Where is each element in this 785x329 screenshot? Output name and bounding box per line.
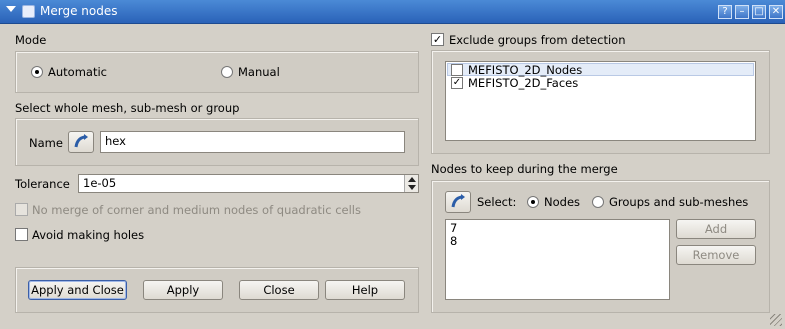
- group-checkbox[interactable]: [451, 64, 463, 76]
- mesh-select-title: Select whole mesh, sub-mesh or group: [15, 101, 240, 115]
- groups-submeshes-radio[interactable]: [592, 196, 604, 208]
- close-button[interactable]: Close: [239, 280, 319, 300]
- tolerance-spinbox[interactable]: 1e-05: [78, 174, 419, 193]
- tolerance-label: Tolerance: [15, 177, 70, 191]
- name-input[interactable]: hex: [100, 131, 405, 153]
- name-label: Name: [29, 136, 63, 150]
- app-icon: [22, 5, 35, 18]
- close-window-icon[interactable]: ✕: [769, 5, 783, 19]
- help-button[interactable]: Help: [325, 280, 405, 300]
- resize-grip-icon[interactable]: [770, 314, 782, 326]
- keep-nodes-title: Nodes to keep during the merge: [431, 162, 618, 176]
- exclude-groups-checkbox[interactable]: ✓: [431, 33, 444, 46]
- select-label: Select:: [477, 195, 517, 209]
- group-label: MEFISTO_2D_Faces: [468, 76, 579, 90]
- avoid-holes-checkbox[interactable]: [15, 228, 28, 241]
- tolerance-spin-arrows[interactable]: [404, 175, 418, 192]
- apply-and-close-button[interactable]: Apply and Close: [28, 280, 127, 300]
- selection-arrow-icon: [451, 194, 465, 208]
- manual-label[interactable]: Manual: [238, 65, 280, 79]
- groups-submeshes-label[interactable]: Groups and sub-meshes: [609, 195, 748, 209]
- list-item[interactable]: ✓ MEFISTO_2D_Faces: [447, 76, 754, 90]
- list-item[interactable]: 7: [450, 221, 457, 235]
- manual-radio[interactable]: [221, 66, 233, 78]
- list-item[interactable]: MEFISTO_2D_Nodes: [447, 63, 754, 77]
- nodes-radio[interactable]: [527, 196, 539, 208]
- minimize-icon[interactable]: –: [735, 5, 749, 19]
- kept-nodes-list[interactable]: 7 8: [445, 219, 670, 300]
- group-checkbox[interactable]: ✓: [451, 77, 463, 89]
- selection-arrow-icon: [74, 134, 88, 148]
- avoid-holes-label[interactable]: Avoid making holes: [32, 228, 144, 242]
- list-item[interactable]: 8: [450, 234, 457, 248]
- exclude-groups-label[interactable]: Exclude groups from detection: [449, 33, 625, 47]
- mode-title: Mode: [15, 33, 47, 47]
- spin-up-icon[interactable]: [408, 177, 416, 182]
- no-merge-corner-label: No merge of corner and medium nodes of q…: [32, 203, 361, 217]
- help-icon[interactable]: ?: [718, 5, 732, 19]
- select-nodes-button[interactable]: [445, 191, 471, 213]
- automatic-label[interactable]: Automatic: [48, 65, 107, 79]
- group-label: MEFISTO_2D_Nodes: [468, 63, 583, 77]
- remove-button[interactable]: Remove: [676, 245, 756, 265]
- select-mesh-button[interactable]: [68, 131, 94, 153]
- automatic-radio[interactable]: [31, 66, 43, 78]
- maximize-icon[interactable]: □: [752, 5, 766, 19]
- no-merge-corner-checkbox[interactable]: [15, 203, 28, 216]
- exclude-groups-list[interactable]: MEFISTO_2D_Nodes ✓ MEFISTO_2D_Faces: [445, 61, 756, 141]
- nodes-label[interactable]: Nodes: [544, 195, 580, 209]
- title-bar: Merge nodes ? – □ ✕: [0, 0, 785, 24]
- window-menu-icon[interactable]: [6, 6, 16, 16]
- spin-down-icon[interactable]: [408, 185, 416, 190]
- window-title: Merge nodes: [40, 4, 118, 18]
- add-button[interactable]: Add: [676, 219, 756, 239]
- apply-button[interactable]: Apply: [143, 280, 223, 300]
